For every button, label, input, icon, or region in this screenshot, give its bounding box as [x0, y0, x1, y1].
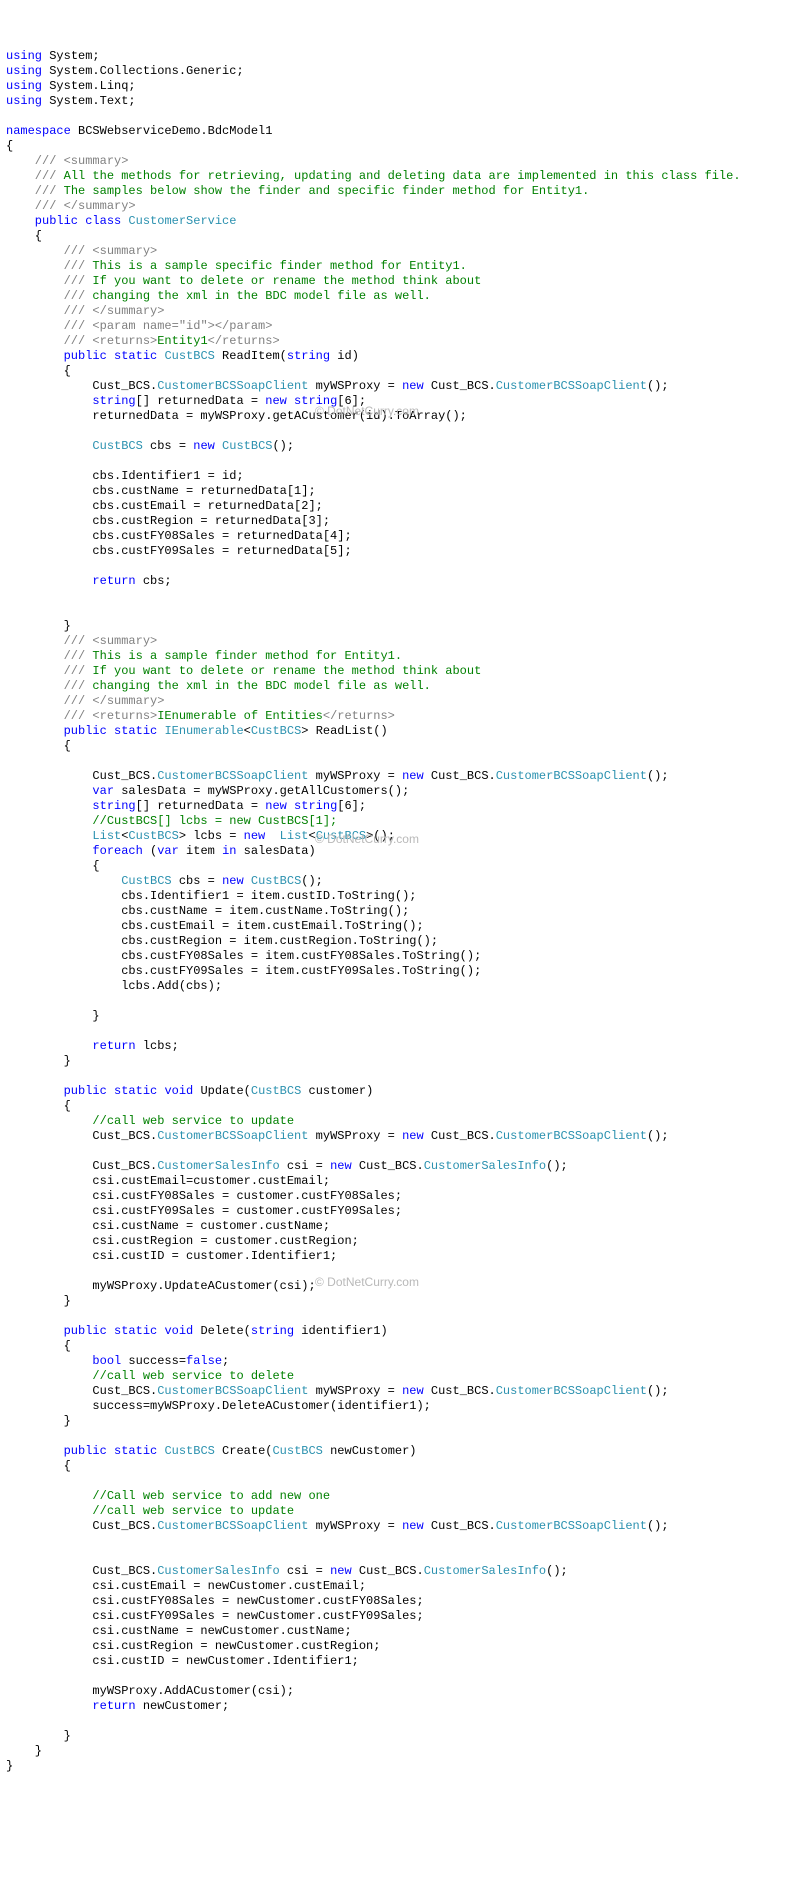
watermark-3: © DotNetCurry.com — [315, 1275, 419, 1290]
code-line: myWSProxy.UpdateACustomer(csi); — [6, 1279, 316, 1293]
code-line: csi.custFY08Sales = customer.custFY08Sal… — [6, 1189, 402, 1203]
code-line: Cust_BCS.CustomerBCSSoapClient myWSProxy… — [6, 769, 669, 783]
code-line: } — [6, 1009, 100, 1023]
code-line: /// The samples below show the finder an… — [6, 184, 589, 198]
code-line: /// This is a sample finder method for E… — [6, 649, 402, 663]
code-line: csi.custFY09Sales = newCustomer.custFY09… — [6, 1609, 424, 1623]
code-line: csi.custID = newCustomer.Identifier1; — [6, 1654, 359, 1668]
code-line: { — [6, 139, 13, 153]
code-line: cbs.custFY09Sales = returnedData[5]; — [6, 544, 352, 558]
code-line: csi.custRegion = newCustomer.custRegion; — [6, 1639, 380, 1653]
code-line: /// All the methods for retrieving, upda… — [6, 169, 741, 183]
code-line: cbs.custEmail = returnedData[2]; — [6, 499, 323, 513]
code-line: Cust_BCS.CustomerSalesInfo csi = new Cus… — [6, 1564, 568, 1578]
code-line: return cbs; — [6, 574, 172, 588]
code-line: using System.Text; — [6, 94, 136, 108]
code-line: /// </summary> — [6, 694, 164, 708]
code-line: /// <param name="id"></param> — [6, 319, 272, 333]
code-line: string[] returnedData = new string[6]; — [6, 394, 366, 408]
code-line: csi.custName = customer.custName; — [6, 1219, 330, 1233]
code-line: var salesData = myWSProxy.getAllCustomer… — [6, 784, 409, 798]
code-block: © DotNetCurry.com © DotNetCurry.com © Do… — [0, 0, 800, 1778]
code-line: csi.custID = customer.Identifier1; — [6, 1249, 337, 1263]
code-line: /// If you want to delete or rename the … — [6, 274, 481, 288]
code-line: /// </summary> — [6, 304, 164, 318]
code-line: List<CustBCS> lcbs = new List<CustBCS>()… — [6, 829, 395, 843]
code-line: return newCustomer; — [6, 1699, 229, 1713]
code-line: cbs.custName = returnedData[1]; — [6, 484, 316, 498]
code-line: success=myWSProxy.DeleteACustomer(identi… — [6, 1399, 431, 1413]
code-line: /// changing the xml in the BDC model fi… — [6, 679, 431, 693]
code-line: /// <returns>Entity1</returns> — [6, 334, 280, 348]
code-line: /// If you want to delete or rename the … — [6, 664, 481, 678]
code-line: } — [6, 1759, 13, 1773]
code-line: csi.custRegion = customer.custRegion; — [6, 1234, 359, 1248]
code-line: public static void Update(CustBCS custom… — [6, 1084, 373, 1098]
code-line: { — [6, 859, 100, 873]
code-line: csi.custEmail = newCustomer.custEmail; — [6, 1579, 366, 1593]
code-line: csi.custEmail=customer.custEmail; — [6, 1174, 330, 1188]
code-line: { — [6, 1459, 71, 1473]
code-line: bool success=false; — [6, 1354, 229, 1368]
code-line: CustBCS cbs = new CustBCS(); — [6, 874, 323, 888]
code-line: } — [6, 1729, 71, 1743]
code-line: cbs.custEmail = item.custEmail.ToString(… — [6, 919, 424, 933]
code-line: { — [6, 364, 71, 378]
code-line: public static IEnumerable<CustBCS> ReadL… — [6, 724, 388, 738]
code-line: Cust_BCS.CustomerBCSSoapClient myWSProxy… — [6, 1129, 669, 1143]
code-line: /// changing the xml in the BDC model fi… — [6, 289, 431, 303]
code-line: lcbs.Add(cbs); — [6, 979, 222, 993]
code-line: return lcbs; — [6, 1039, 179, 1053]
code-line: cbs.Identifier1 = id; — [6, 469, 244, 483]
code-line: CustBCS cbs = new CustBCS(); — [6, 439, 294, 453]
code-line: public static CustBCS Create(CustBCS new… — [6, 1444, 417, 1458]
code-line: csi.custFY09Sales = customer.custFY09Sal… — [6, 1204, 402, 1218]
code-line: public static void Delete(string identif… — [6, 1324, 388, 1338]
code-line: //Call web service to add new one — [6, 1489, 330, 1503]
code-line: Cust_BCS.CustomerSalesInfo csi = new Cus… — [6, 1159, 568, 1173]
code-line: cbs.custName = item.custName.ToString(); — [6, 904, 409, 918]
code-line: /// <summary> — [6, 634, 157, 648]
code-line: } — [6, 1294, 71, 1308]
code-line: public class CustomerService — [6, 214, 236, 228]
code-line: /// This is a sample specific finder met… — [6, 259, 467, 273]
code-line: returnedData = myWSProxy.getACustomer(id… — [6, 409, 467, 423]
code-line: /// <summary> — [6, 154, 128, 168]
code-line: csi.custFY08Sales = newCustomer.custFY08… — [6, 1594, 424, 1608]
code-line: foreach (var item in salesData) — [6, 844, 316, 858]
code-line: string[] returnedData = new string[6]; — [6, 799, 366, 813]
code-line: public static CustBCS ReadItem(string id… — [6, 349, 359, 363]
code-line: cbs.custFY09Sales = item.custFY09Sales.T… — [6, 964, 481, 978]
code-line: myWSProxy.AddACustomer(csi); — [6, 1684, 294, 1698]
code-line: using System.Collections.Generic; — [6, 64, 244, 78]
code-line: Cust_BCS.CustomerBCSSoapClient myWSProxy… — [6, 1519, 669, 1533]
code-line: Cust_BCS.CustomerBCSSoapClient myWSProxy… — [6, 379, 669, 393]
code-line: { — [6, 739, 71, 753]
code-line: //CustBCS[] lcbs = new CustBCS[1]; — [6, 814, 337, 828]
code-line: } — [6, 1414, 71, 1428]
code-line: /// <returns>IEnumerable of Entities</re… — [6, 709, 395, 723]
code-line: cbs.custFY08Sales = returnedData[4]; — [6, 529, 352, 543]
code-line: cbs.custRegion = item.custRegion.ToStrin… — [6, 934, 438, 948]
code-line: cbs.Identifier1 = item.custID.ToString()… — [6, 889, 416, 903]
code-line: //call web service to update — [6, 1504, 294, 1518]
code-line: Cust_BCS.CustomerBCSSoapClient myWSProxy… — [6, 1384, 669, 1398]
code-line: using System.Linq; — [6, 79, 136, 93]
code-line: namespace BCSWebserviceDemo.BdcModel1 — [6, 124, 272, 138]
code-line: { — [6, 1099, 71, 1113]
code-line: cbs.custFY08Sales = item.custFY08Sales.T… — [6, 949, 481, 963]
code-line: csi.custName = newCustomer.custName; — [6, 1624, 352, 1638]
code-line: cbs.custRegion = returnedData[3]; — [6, 514, 330, 528]
code-line: { — [6, 229, 42, 243]
code-line: /// </summary> — [6, 199, 136, 213]
code-line: } — [6, 1744, 42, 1758]
code-line: { — [6, 1339, 71, 1353]
code-line: using System; — [6, 49, 100, 63]
code-line: } — [6, 619, 71, 633]
code-line: //call web service to update — [6, 1114, 294, 1128]
code-line: } — [6, 1054, 71, 1068]
code-line: //call web service to delete — [6, 1369, 294, 1383]
code-line: /// <summary> — [6, 244, 157, 258]
